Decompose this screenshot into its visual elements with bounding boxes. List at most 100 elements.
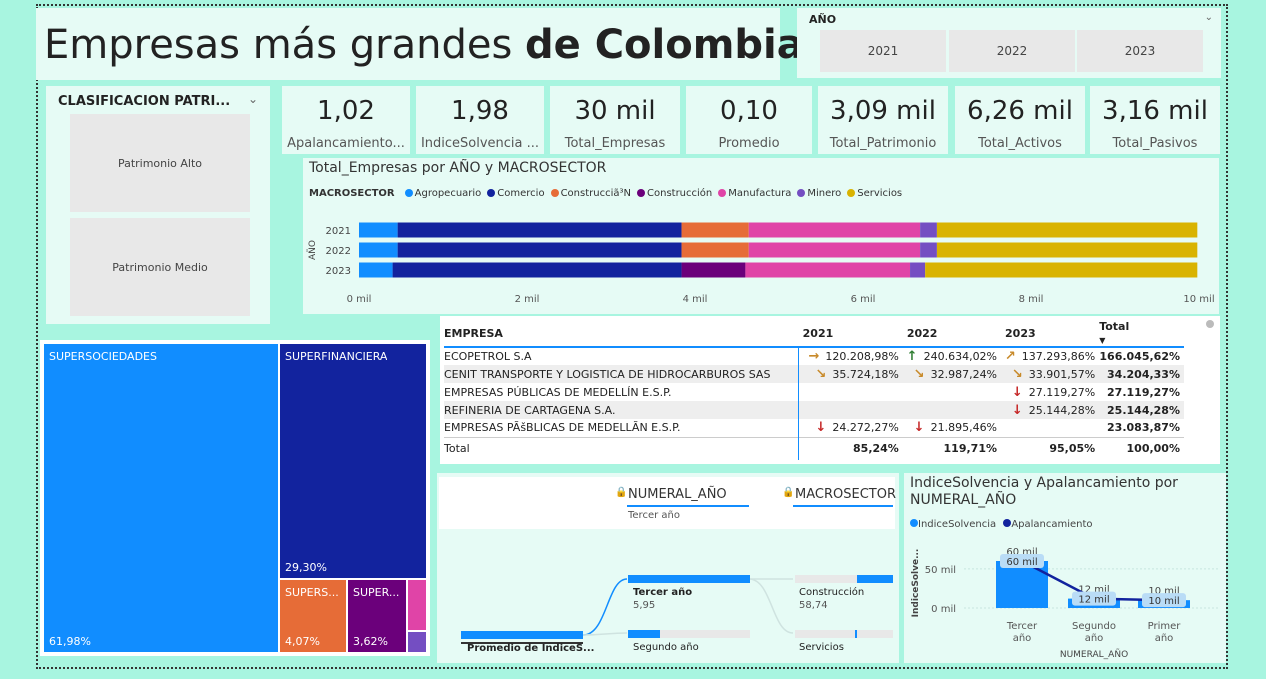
bar-segment[interactable] — [397, 222, 682, 238]
treemap-tile-supers[interactable]: SUPERS... 4,07% — [280, 580, 346, 652]
decomp-node-segundo[interactable] — [628, 630, 750, 638]
decomp-node-servicios[interactable] — [795, 630, 893, 638]
y-tick-label: 0 mil — [931, 604, 956, 615]
decomp-root-bar[interactable] — [461, 631, 583, 639]
bar-segment[interactable] — [910, 262, 926, 278]
trend-arrow-icon: ↑ — [906, 349, 918, 364]
trend-arrow-icon: ↓ — [1011, 384, 1023, 400]
cell-total: 166.045,62% — [1099, 350, 1180, 363]
bar-segment[interactable] — [397, 242, 682, 258]
bar-segment[interactable] — [936, 242, 1198, 258]
decomp-node-label: Segundo año — [633, 642, 699, 653]
treemap-tile-label: SUPERFINANCIERA — [285, 350, 388, 363]
sort-desc-icon: ▼ — [1099, 336, 1106, 345]
kpi-total-pasivos: 3,16 mil Total_Pasivos — [1090, 86, 1220, 154]
kpi-value: 6,26 mil — [967, 96, 1073, 126]
kpi-label: Promedio — [718, 136, 780, 151]
treemap-tile-small-1[interactable] — [408, 580, 426, 630]
kpi-label: Total_Activos — [978, 136, 1062, 151]
y-tick-label: 2021 — [326, 226, 351, 237]
title-card: Empresas más grandes de Colombia — [36, 8, 804, 80]
chevron-down-icon[interactable]: ⌄ — [1205, 12, 1213, 23]
bar-segment[interactable] — [920, 242, 937, 258]
stacked-bar-chart: 2021 2022 2023 AÑO 0 mil 2 mil 4 mil 6 mil 8 mil… — [307, 222, 1215, 305]
kpi-label: Apalancamiento... — [287, 136, 405, 151]
solvencia-combo-chart-card: IndiceSolvencia y Apalancamiento por NUM… — [904, 473, 1226, 663]
y-axis-label: IndiceSolve... — [911, 549, 921, 618]
bar-segment[interactable] — [748, 222, 921, 238]
x-tick-label: año — [1085, 633, 1104, 644]
bar-segment[interactable] — [681, 242, 749, 258]
bar-segment[interactable] — [745, 262, 911, 278]
decomp-node-label: Servicios — [799, 642, 844, 653]
option-patrimonio-alto[interactable]: Patrimonio Alto — [70, 114, 250, 212]
bar-segment[interactable] — [920, 222, 937, 238]
kpi-total-activos: 6,26 mil Total_Activos — [955, 86, 1085, 154]
treemap-tile-pct: 4,07% — [285, 635, 320, 648]
decomp-node-tercer[interactable] — [628, 575, 750, 583]
bar-segment[interactable] — [681, 222, 749, 238]
year-option-2021[interactable]: 2021 — [820, 30, 946, 72]
cell-empresa: ECOPETROL S.A — [444, 350, 532, 363]
page-title: Empresas más grandes de Colombia — [44, 22, 804, 68]
bar-segment[interactable] — [359, 262, 393, 278]
option-patrimonio-medio[interactable]: Patrimonio Medio — [70, 218, 250, 316]
cell-empresa: EMPRESAS PÚBLICAS DE MEDELLÍN E.S.P. — [444, 385, 672, 399]
treemap: SUPERSOCIEDADES 61,98% SUPERFINANCIERA 2… — [40, 340, 430, 656]
total-2022: 119,71% — [902, 436, 1002, 459]
table-row[interactable]: EMPRESAS PÃšBLICAS DE MEDELLÃ­N E.S.P. ↓ 2… — [444, 419, 1184, 437]
bar-segment[interactable] — [748, 242, 921, 258]
treemap-tile-label: SUPER... — [353, 586, 400, 599]
table-row[interactable]: REFINERIA DE CARTAGENA S.A. ↓ 25.144,28% 25… — [444, 401, 1184, 419]
total-total: 100,00% — [1099, 436, 1184, 459]
table-row[interactable]: ECOPETROL S.A → 120.208,98% ↑ 240.634,02% ↗ 13… — [444, 347, 1184, 365]
x-tick-label: año — [1013, 633, 1032, 644]
trend-arrow-icon: ↗ — [1004, 349, 1016, 364]
decomp-root-label: Promedio de IndiceS... — [467, 643, 595, 654]
decomp-node-label: Tercer año — [633, 587, 693, 598]
cell-total: 34.204,33% — [1099, 365, 1184, 383]
kpi-value: 1,02 — [317, 96, 375, 126]
treemap-tile-pct: 61,98% — [49, 635, 91, 648]
bar-segment[interactable] — [359, 242, 398, 258]
year-option-2022[interactable]: 2022 — [949, 30, 1075, 72]
x-tick-label: 6 mil — [851, 294, 876, 305]
column-header-empresa[interactable]: EMPRESA — [444, 320, 799, 347]
y-tick-label: 50 mil — [925, 565, 956, 576]
trend-arrow-icon: ↓ — [913, 420, 925, 436]
kpi-promedio: 0,10 Promedio — [686, 86, 812, 154]
trend-arrow-icon: ↘ — [1011, 366, 1023, 382]
kpi-value: 30 mil — [574, 96, 656, 126]
column-header-total[interactable]: Total ▼ — [1099, 320, 1184, 347]
bar-segment[interactable] — [681, 262, 746, 278]
treemap-tile-small-2[interactable] — [408, 632, 426, 652]
chevron-down-icon[interactable]: ⌄ — [248, 92, 258, 106]
x-tick-label: Primer — [1148, 621, 1182, 632]
kpi-label: Total_Empresas — [564, 136, 666, 151]
cell-2021: ↘ 35.724,18% — [798, 365, 903, 383]
decomp-node-value: 5,95 — [633, 600, 656, 611]
trend-arrow-icon: ↓ — [815, 420, 827, 436]
column-header-2022[interactable]: 2022 — [903, 320, 1001, 347]
scrollbar-thumb[interactable] — [1206, 320, 1214, 328]
line-data-label: 12 mil — [1078, 595, 1109, 606]
year-option-2023[interactable]: 2023 — [1077, 30, 1203, 72]
table-row[interactable]: CENIT TRANSPORTE Y LOGISTICA DE HIDROCAR… — [444, 365, 1184, 383]
column-header-2021[interactable]: 2021 — [799, 320, 903, 347]
column-header-2023[interactable]: 2023 — [1001, 320, 1099, 347]
solvencia-bar[interactable] — [996, 561, 1048, 608]
bar-segment[interactable] — [392, 262, 682, 278]
treemap-tile-super[interactable]: SUPER... 3,62% — [348, 580, 406, 652]
column-divider — [798, 346, 799, 460]
table-row[interactable]: EMPRESAS PÚBLICAS DE MEDELLÍN E.S.P. ↓ 27.… — [444, 383, 1184, 401]
treemap-tile-supersociedades[interactable]: SUPERSOCIEDADES 61,98% — [44, 344, 278, 652]
treemap-tile-superfinanciera[interactable]: SUPERFINANCIERA 29,30% — [280, 344, 426, 578]
cell-2022: ↑ 240.634,02% — [906, 349, 998, 364]
bar-segment[interactable] — [936, 222, 1198, 238]
x-tick-label: 0 mil — [347, 294, 372, 305]
decomp-node-construccion[interactable] — [795, 575, 893, 583]
kpi-total-patrimonio: 3,09 mil Total_Patrimonio — [818, 86, 948, 154]
bar-segment[interactable] — [359, 222, 398, 238]
treemap-tile-label: SUPERS... — [285, 586, 339, 599]
bar-segment[interactable] — [925, 262, 1198, 278]
